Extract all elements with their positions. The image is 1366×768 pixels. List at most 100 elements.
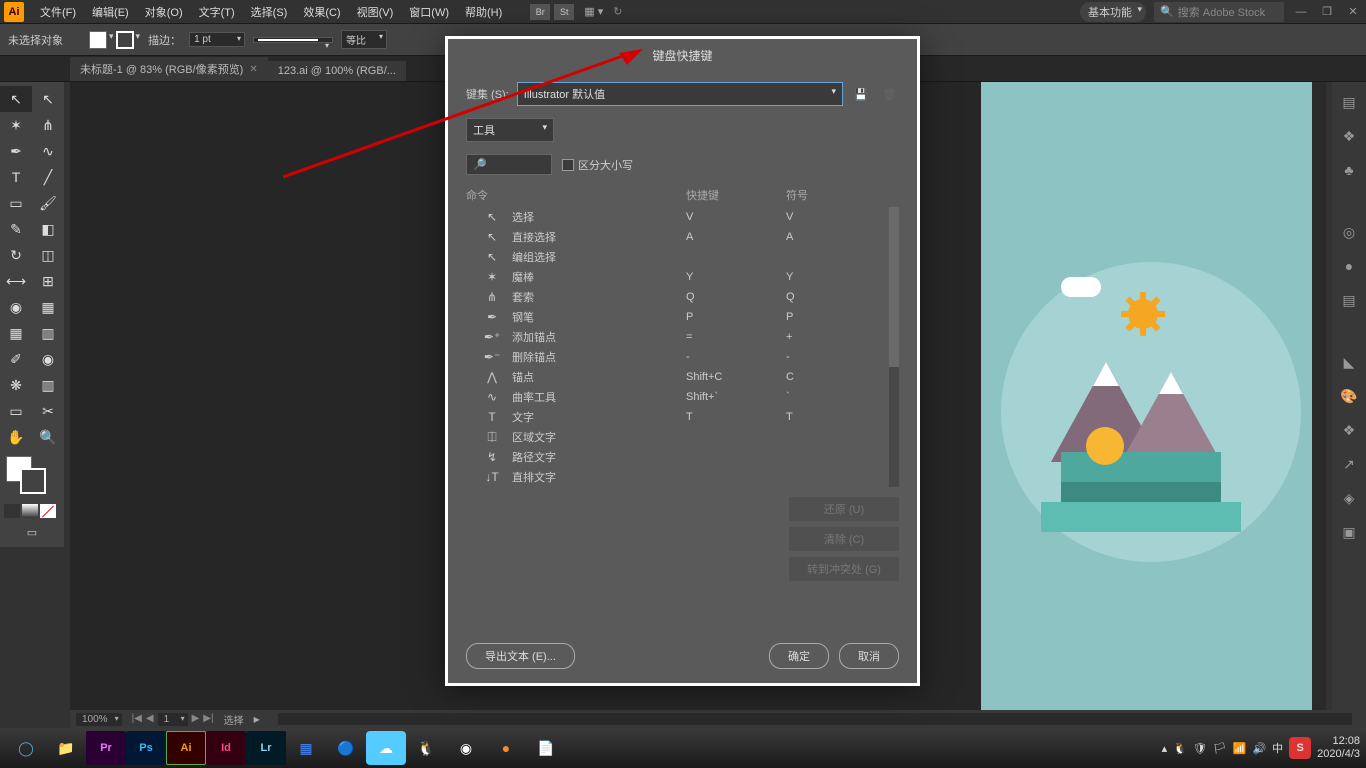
shape-builder-tool[interactable]: ◉ (0, 294, 32, 320)
stroke-color[interactable] (116, 31, 134, 49)
menu-object[interactable]: 对象(O) (137, 0, 191, 23)
artboard-tool[interactable]: ▭ (0, 398, 32, 424)
horizontal-scrollbar[interactable] (278, 713, 1352, 725)
eraser-tool[interactable]: ◧ (32, 216, 64, 242)
line-tool[interactable]: ╱ (32, 164, 64, 190)
qq-icon[interactable]: 🐧 (406, 731, 446, 765)
table-row[interactable]: ✒⁺添加锚点=+ (466, 327, 899, 347)
shortcut-search-input[interactable]: 🔎 (466, 154, 552, 175)
lightroom-icon[interactable]: Lr (246, 731, 286, 765)
table-row[interactable]: ✒钢笔PP (466, 307, 899, 327)
table-row[interactable]: ↖选择VV (466, 207, 899, 227)
artboards-icon[interactable]: ▣ (1339, 522, 1359, 542)
tray-security-icon[interactable]: 🛡 (1193, 742, 1207, 755)
tab-close-icon[interactable]: ✕ (249, 64, 257, 75)
stroke-icon[interactable]: ❖ (1339, 420, 1359, 440)
bridge-icon[interactable]: Br (530, 4, 550, 20)
menu-type[interactable]: 文字(T) (191, 0, 243, 23)
table-row[interactable]: ⋔套索QQ (466, 287, 899, 307)
search-input[interactable]: 🔍 搜索 Adobe Stock (1154, 2, 1284, 22)
clubs-icon[interactable]: ♣ (1339, 160, 1359, 180)
explorer-icon[interactable]: 📁 (46, 731, 86, 765)
background-color[interactable] (20, 468, 46, 494)
tray-network-icon[interactable]: 📶 (1233, 742, 1247, 755)
gradient-tool[interactable]: ▥ (32, 320, 64, 346)
table-row[interactable]: ↖编组选择 (466, 247, 899, 267)
table-row[interactable]: ↯路径文字 (466, 447, 899, 467)
menu-select[interactable]: 选择(S) (243, 0, 296, 23)
table-row[interactable]: ↓T直排文字 (466, 467, 899, 487)
menu-view[interactable]: 视图(V) (349, 0, 402, 23)
type-tool[interactable]: T (0, 164, 32, 190)
color-mode[interactable] (4, 504, 20, 518)
paintbrush-tool[interactable]: 🖌 (32, 190, 64, 216)
case-sensitive-checkbox[interactable]: 区分大小写 (562, 157, 633, 173)
libraries-icon[interactable]: ❖ (1339, 126, 1359, 146)
eyedropper-tool[interactable]: ✐ (0, 346, 32, 372)
table-scrollbar[interactable] (889, 207, 899, 487)
selection-tool[interactable]: ↖ (0, 86, 32, 112)
tray-up-icon[interactable]: ▴ (1162, 742, 1168, 755)
tray-volume-icon[interactable]: 🔊 (1252, 742, 1266, 755)
scale-tool[interactable]: ◫ (32, 242, 64, 268)
stock-icon[interactable]: St (554, 4, 574, 20)
rotate-tool[interactable]: ↻ (0, 242, 32, 268)
swatches-icon[interactable]: ▤ (1339, 290, 1359, 310)
sogou-icon[interactable]: S (1289, 737, 1311, 759)
clear-button[interactable]: 清除 (C) (789, 527, 899, 551)
illustrator-icon[interactable]: Ai (166, 731, 206, 765)
brushes-icon[interactable]: ◣ (1339, 352, 1359, 372)
hand-tool[interactable]: ✋ (0, 424, 32, 450)
minimize-button[interactable]: — (1292, 5, 1310, 19)
rectangle-tool[interactable]: ▭ (0, 190, 32, 216)
free-transform-tool[interactable]: ⊞ (32, 268, 64, 294)
shaper-tool[interactable]: ✎ (0, 216, 32, 242)
indesign-icon[interactable]: Id (206, 731, 246, 765)
zoom-dropdown[interactable]: 100% (76, 713, 122, 726)
menu-file[interactable]: 文件(F) (32, 0, 84, 23)
color-picker[interactable] (0, 450, 64, 500)
width-tool[interactable]: ⟷ (0, 268, 32, 294)
browser-icon[interactable]: ◯ (6, 731, 46, 765)
export-text-button[interactable]: 导出文本 (E)... (466, 643, 575, 669)
table-row[interactable]: T文字TT (466, 407, 899, 427)
artboard-num[interactable]: 1 (158, 713, 188, 726)
fill-color[interactable] (89, 31, 107, 49)
lasso-tool[interactable]: ⋔ (32, 112, 64, 138)
graph-tool[interactable]: ▥ (32, 372, 64, 398)
layers-icon[interactable]: ◈ (1339, 488, 1359, 508)
document-tab[interactable]: 123.ai @ 100% (RGB/... (268, 61, 406, 81)
chrome-icon[interactable]: ◉ (446, 731, 486, 765)
vertical-scrollbar[interactable] (1312, 82, 1326, 722)
next-artboard[interactable]: ▶ (192, 713, 200, 726)
goto-conflict-button[interactable]: 转到冲突处 (G) (789, 557, 899, 581)
cancel-button[interactable]: 取消 (839, 643, 899, 669)
clock[interactable]: 12:08 2020/4/3 (1317, 735, 1360, 761)
menu-effect[interactable]: 效果(C) (295, 0, 348, 23)
direct-selection-tool[interactable]: ↖ (32, 86, 64, 112)
stroke-profile-dropdown[interactable] (253, 37, 333, 43)
curvature-tool[interactable]: ∿ (32, 138, 64, 164)
fill-stroke-swatch[interactable]: ▾ ▾ (89, 31, 140, 49)
symbols-icon[interactable]: 🎨 (1339, 386, 1359, 406)
color-icon[interactable]: ● (1339, 256, 1359, 276)
shortcut-table[interactable]: ↖选择VV↖直接选择AA↖编组选择✶魔棒YY⋔套索QQ✒钢笔PP✒⁺添加锚点=+… (466, 207, 899, 487)
table-row[interactable]: ⋀锚点Shift+CC (466, 367, 899, 387)
workspace-switcher[interactable]: 基本功能 (1080, 2, 1146, 22)
prev-artboard[interactable]: ◀ (146, 713, 154, 726)
delete-set-icon[interactable]: 🗑 (879, 84, 899, 104)
gradient-mode[interactable] (22, 504, 38, 518)
firefox-icon[interactable]: ● (486, 731, 526, 765)
menu-edit[interactable]: 编辑(E) (84, 0, 137, 23)
arrange-icon[interactable]: ▦ ▾ (584, 5, 603, 18)
tray-ime-icon[interactable]: 中 (1272, 740, 1283, 756)
scale-dropdown[interactable]: 等比 (341, 30, 387, 49)
magic-wand-tool[interactable]: ✶ (0, 112, 32, 138)
slice-tool[interactable]: ✂ (32, 398, 64, 424)
undo-button[interactable]: 还原 (U) (789, 497, 899, 521)
none-mode[interactable] (40, 504, 56, 518)
tray-qq-icon[interactable]: 🐧 (1173, 742, 1187, 755)
ok-button[interactable]: 确定 (769, 643, 829, 669)
tray-action-icon[interactable]: 🏳 (1213, 742, 1227, 755)
close-button[interactable]: ✕ (1344, 5, 1362, 19)
